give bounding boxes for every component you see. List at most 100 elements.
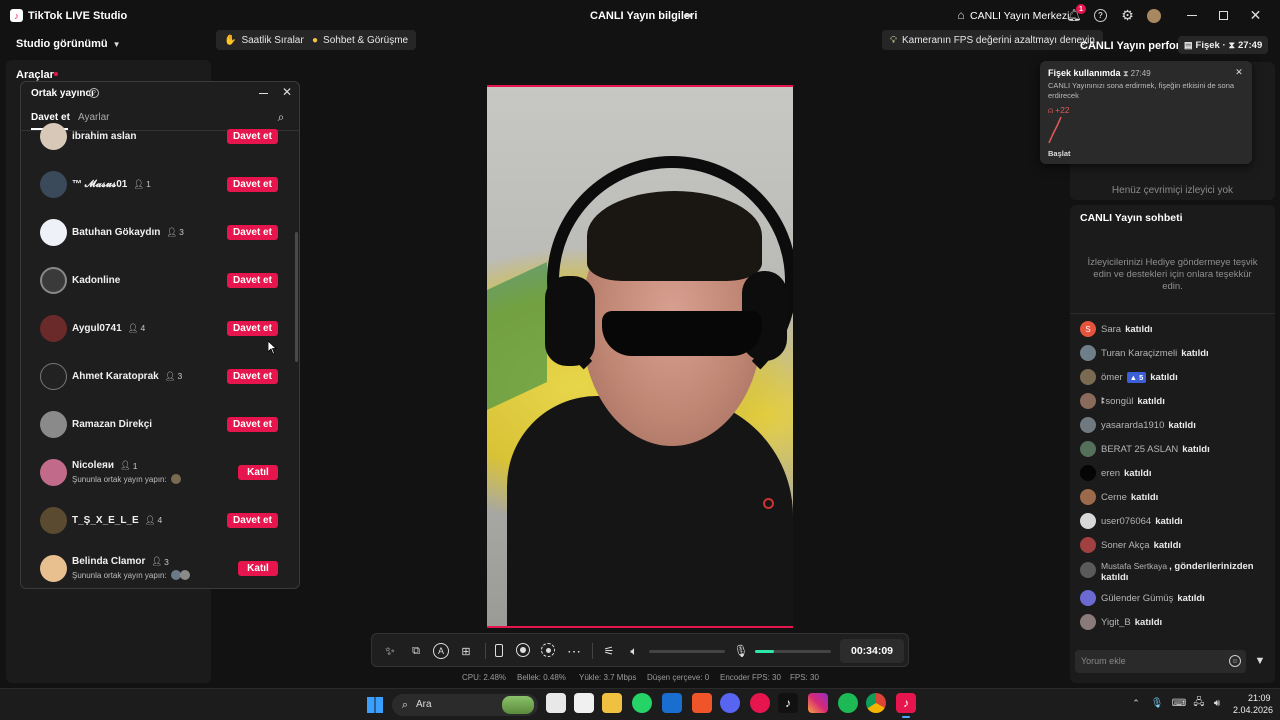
chat-message: Yigit_B katıldı xyxy=(1080,614,1260,630)
outlook-icon[interactable] xyxy=(662,693,682,713)
performance-title[interactable]: CANLI Yayın perfor... xyxy=(1080,40,1189,52)
video-preview[interactable] xyxy=(487,86,793,627)
avatar xyxy=(1080,441,1096,457)
chat-username[interactable]: yasararda1910 xyxy=(1101,420,1164,431)
file-explorer-icon[interactable] xyxy=(602,693,622,713)
live-center-link[interactable]: CANLI Yayın Merkezi xyxy=(970,10,1069,22)
tray-mic-icon[interactable]: 🎙︎ xyxy=(1151,697,1164,709)
phone-icon[interactable] xyxy=(495,644,503,657)
fps-tip-label: Kameranın FPS değerini azaltmayı deneyin xyxy=(902,34,1095,46)
chat-message: yasararda1910 katıldı xyxy=(1080,417,1260,433)
chat-username[interactable]: Cerne xyxy=(1101,492,1127,503)
tiktok-taskbar-icon[interactable]: ♪ xyxy=(778,693,798,713)
friend-count: 3 xyxy=(177,371,183,381)
chevron-down-icon: ▼ xyxy=(112,39,121,49)
spotify-icon[interactable] xyxy=(838,693,858,713)
cohost-row: ™ 𝓜𝓪𝓼𝓾𝓼01 👤︎ 1 Davet et xyxy=(40,164,280,204)
chat-username[interactable]: Mustafa Sertkaya xyxy=(1101,561,1167,571)
tray-volume-icon[interactable]: 🔊︎ xyxy=(1211,697,1223,709)
scrollbar[interactable] xyxy=(295,232,298,362)
record-icon[interactable] xyxy=(516,643,530,657)
brave-icon[interactable] xyxy=(692,693,712,713)
tray-keyboard-icon[interactable]: ⌨ xyxy=(1172,697,1186,709)
chat-action: katıldı xyxy=(1181,347,1209,359)
tray-network-icon[interactable]: 🖧 xyxy=(1193,697,1205,709)
share-icon[interactable]: ➦ xyxy=(682,9,694,22)
cohost-row: Nicoleяи 👤︎ 1 Şununla ortak yayın yapın: … xyxy=(40,452,280,492)
chrome-icon[interactable] xyxy=(866,693,886,713)
level-icon: ▲ xyxy=(1129,372,1138,382)
chat-meet-pill[interactable]: ● Sohbet & Görüşme xyxy=(304,30,417,50)
chat-meet-label: Sohbet & Görüşme xyxy=(323,34,409,46)
chat-username[interactable]: user076064 xyxy=(1101,516,1151,527)
chat-username[interactable]: Soner Akça xyxy=(1101,540,1150,551)
whatsapp-icon[interactable] xyxy=(632,693,652,713)
close-window-icon[interactable]: ✕ xyxy=(1249,7,1262,23)
studio-view-dropdown[interactable]: Studio görünümü ▼ xyxy=(16,38,121,50)
invite-button[interactable]: Davet et xyxy=(227,176,278,192)
title-bar: ♪ TikTok LIVE Studio CANLI Yayın bilgile… xyxy=(0,0,1280,32)
home-icon[interactable]: ⌂ xyxy=(954,8,968,22)
divider xyxy=(592,643,593,659)
settings-gear-icon[interactable]: ⚙ xyxy=(1120,7,1135,23)
speaker-level-track[interactable] xyxy=(649,650,725,653)
opera-icon[interactable] xyxy=(750,693,770,713)
invite-button[interactable]: Davet et xyxy=(227,128,278,144)
mic-level-fill xyxy=(755,650,774,653)
add-scene-icon[interactable]: ⊞ xyxy=(458,643,474,659)
minimize-panel-icon[interactable] xyxy=(259,93,268,94)
profile-avatar[interactable] xyxy=(1147,9,1161,23)
speaker-icon[interactable]: 🔈︎ xyxy=(626,643,642,659)
windows-start-icon[interactable] xyxy=(367,697,383,713)
camera-switch-icon[interactable] xyxy=(541,643,555,657)
tray-chevron-up-icon[interactable]: ⌃ xyxy=(1131,697,1141,709)
stat-upload: Yükle: 3.7 Mbps xyxy=(579,673,637,682)
join-button[interactable]: Katıl xyxy=(238,560,278,576)
avatar xyxy=(1080,345,1096,361)
chat-username[interactable]: eren xyxy=(1101,468,1120,479)
invite-button[interactable]: Davet et xyxy=(227,512,278,528)
invite-button[interactable]: Davet et xyxy=(227,368,278,384)
maximize-icon[interactable] xyxy=(1219,11,1228,20)
firework-badge[interactable]: ▤ Fişek · ⧗ 27:49 xyxy=(1178,36,1269,54)
user-name: Ahmet Karatoprak xyxy=(72,370,159,382)
clock-date[interactable]: 2.04.2026 xyxy=(1233,705,1273,715)
instagram-icon[interactable] xyxy=(808,693,828,713)
invite-button[interactable]: Davet et xyxy=(227,320,278,336)
comment-input[interactable]: Yorum ekle ☺ xyxy=(1075,650,1246,673)
invite-button[interactable]: Davet et xyxy=(227,416,278,432)
send-filter-icon[interactable]: ▼ xyxy=(1253,654,1267,668)
invite-button[interactable]: Davet et xyxy=(227,224,278,240)
tiktok-studio-taskbar-icon[interactable]: ♪ xyxy=(896,693,916,713)
taskbar-search[interactable]: ⌕ Ara xyxy=(392,694,538,716)
ai-icon[interactable]: A xyxy=(433,643,449,659)
cohost-with-label: Şununla ortak yayın yapın: xyxy=(72,570,167,580)
cohost-row: Ahmet Karatoprak 👤︎ 3 Davet et xyxy=(40,356,280,396)
chat-username[interactable]: ꔪsongül xyxy=(1101,396,1133,407)
join-button[interactable]: Katıl xyxy=(238,464,278,480)
task-view-icon[interactable] xyxy=(546,693,566,713)
close-popup-icon[interactable]: ✕ xyxy=(1234,67,1244,77)
audio-settings-icon[interactable]: ⚟ xyxy=(601,643,617,659)
chat-username[interactable]: Sara xyxy=(1101,324,1121,335)
more-icon[interactable]: ⋯ xyxy=(566,643,582,659)
emoji-icon[interactable]: ☺ xyxy=(1229,655,1241,667)
chat-username[interactable]: Gülender Gümüş xyxy=(1101,593,1173,604)
chat-username[interactable]: Yigit_B xyxy=(1101,617,1131,628)
active-app-indicator xyxy=(902,716,910,718)
help-icon[interactable]: ? xyxy=(1094,9,1107,22)
discord-icon[interactable] xyxy=(720,693,740,713)
store-icon[interactable] xyxy=(574,693,594,713)
close-panel-icon[interactable]: ✕ xyxy=(281,85,293,99)
translate-icon[interactable]: ⧉ xyxy=(408,643,424,659)
minimize-icon[interactable] xyxy=(1187,15,1197,16)
info-icon[interactable]: ? xyxy=(89,88,99,98)
microphone-icon[interactable]: 🎙︎ xyxy=(733,643,748,659)
magic-wand-icon[interactable]: ✨︎ xyxy=(382,643,398,659)
chat-username[interactable]: BERAT 25 ASLAN xyxy=(1101,444,1178,455)
invite-button[interactable]: Davet et xyxy=(227,272,278,288)
chat-action: katıldı xyxy=(1182,443,1210,455)
chat-username[interactable]: ömer xyxy=(1101,372,1123,383)
clock-time[interactable]: 21:09 xyxy=(1248,693,1271,703)
chat-username[interactable]: Turan Karaçizmeli xyxy=(1101,348,1177,359)
